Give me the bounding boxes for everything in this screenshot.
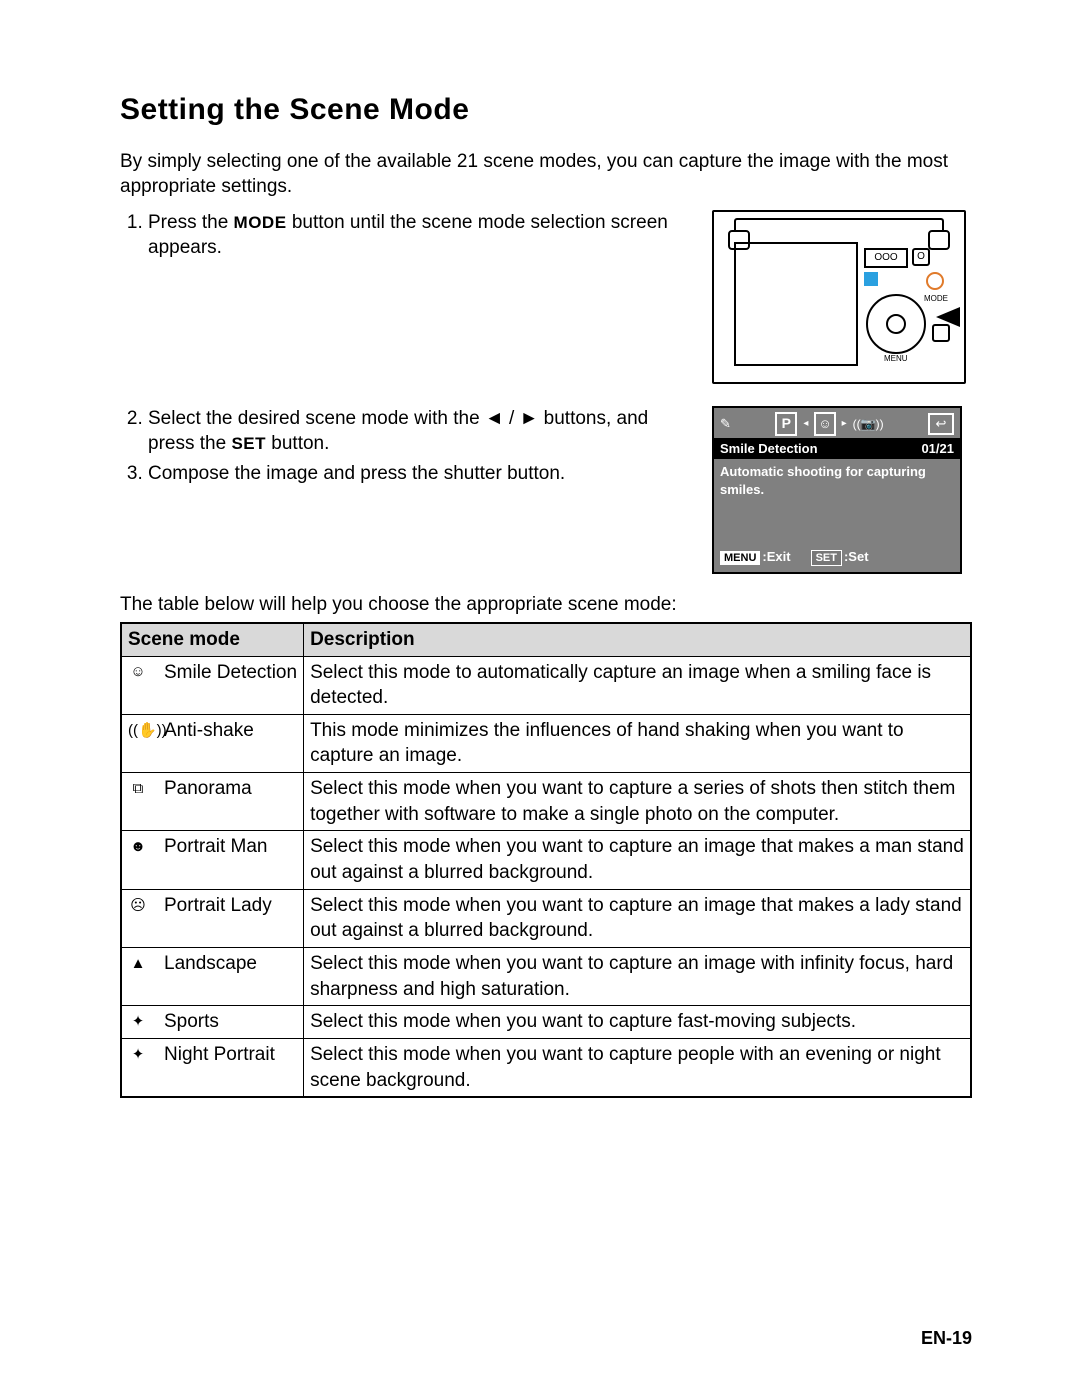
table-row: ☻ Portrait ManSelect this mode when you w… — [121, 831, 971, 889]
lcd-set-button: SET — [811, 550, 842, 566]
scene-mode-description: Select this mode when you want to captur… — [304, 1038, 971, 1097]
set-button-label: SET — [231, 434, 266, 453]
scene-mode-description: Select this mode when you want to captur… — [304, 947, 971, 1005]
table-row: ▲ LandscapeSelect this mode when you want… — [121, 947, 971, 1005]
scene-mode-name: Portrait Lady — [158, 889, 304, 947]
table-row: ☹ Portrait LadySelect this mode when you … — [121, 889, 971, 947]
scene-mode-icon: ☺ — [128, 662, 148, 682]
scene-mode-icon: ▲ — [128, 954, 148, 974]
lcd-menu-button: MENU — [720, 551, 760, 565]
step-1-text-a: Press the — [148, 212, 234, 233]
scene-mode-icon: ☻ — [128, 837, 148, 857]
page-number: EN-19 — [921, 1326, 972, 1350]
scene-mode-description: Select this mode when you want to captur… — [304, 773, 971, 831]
scene-mode-table: Scene mode Description ☺Smile DetectionS… — [120, 622, 972, 1098]
page-heading: Setting the Scene Mode — [120, 90, 972, 131]
orange-circle-icon — [926, 272, 944, 290]
scene-mode-icon-cell: ☻ — [121, 831, 158, 889]
step-1-block: Press the MODE button until the scene mo… — [120, 210, 972, 402]
scene-mode-icon-cell: ☹ — [121, 889, 158, 947]
smile-mode-icon: ☺ — [814, 412, 835, 436]
step-3: Compose the image and press the shutter … — [148, 461, 692, 487]
dpad-icon — [866, 294, 926, 354]
scene-mode-icon-cell: ⧉ — [121, 773, 158, 831]
table-row: ☺ Smile DetectionSelect this mode to auto… — [121, 656, 971, 714]
step-2-text-a: Select the desired scene mode with the — [148, 408, 485, 429]
left-right-arrow-icon: ◄ / ► — [485, 408, 538, 429]
scene-mode-icon: ((✋)) — [128, 721, 148, 741]
scene-mode-name: Smile Detection — [158, 656, 304, 714]
table-row: ✦ SportsSelect this mode when you want to… — [121, 1006, 971, 1039]
return-icon: ↩ — [928, 413, 954, 435]
scene-mode-name: Panorama — [158, 773, 304, 831]
camera-badge: OOO — [864, 248, 908, 268]
camera-diagram: OOO O MODE MENU — [712, 210, 966, 384]
step-2-3-block: Select the desired scene mode with the ◄… — [120, 406, 972, 574]
scene-mode-icon-cell: ☺ — [121, 656, 158, 714]
lcd-screenshot: ✎ P ◂ ☺ ▸ ((📷)) ↩ Smile Detection 01/21 … — [712, 406, 962, 574]
table-intro: The table below will help you choose the… — [120, 592, 972, 618]
intro-paragraph: By simply selecting one of the available… — [120, 149, 972, 200]
scene-mode-name: Portrait Man — [158, 831, 304, 889]
scene-mode-icon: ☹ — [128, 896, 148, 916]
lcd-menu-label: :Exit — [762, 549, 790, 564]
scene-mode-name: Night Portrait — [158, 1038, 304, 1097]
lcd-mode-counter: 01/21 — [921, 440, 954, 458]
scene-mode-icon: ✦ — [128, 1045, 148, 1065]
step-2: Select the desired scene mode with the ◄… — [148, 406, 692, 457]
step-2-text-c: button. — [266, 433, 329, 454]
scene-mode-description: Select this mode when you want to captur… — [304, 1006, 971, 1039]
camera-side-button-icon — [932, 324, 950, 342]
scene-mode-name: Sports — [158, 1006, 304, 1039]
scene-mode-icon: ⧉ — [128, 779, 148, 799]
scene-mode-icon: ✦ — [128, 1012, 148, 1032]
camera-menu-label: MENU — [884, 354, 908, 365]
scene-mode-icon-cell: ✦ — [121, 1038, 158, 1097]
scene-mode-description: This mode minimizes the influences of ha… — [304, 714, 971, 772]
step-1: Press the MODE button until the scene mo… — [148, 210, 692, 261]
mode-button-label: MODE — [234, 213, 287, 232]
right-triangle-icon: ▸ — [842, 417, 847, 431]
scene-mode-icon-cell: ▲ — [121, 947, 158, 1005]
scene-mode-name: Anti-shake — [158, 714, 304, 772]
manual-page: Setting the Scene Mode By simply selecti… — [0, 0, 1080, 1380]
lcd-set-label: :Set — [844, 549, 869, 564]
col-scene-mode: Scene mode — [121, 623, 304, 656]
table-row: ⧉ PanoramaSelect this mode when you want … — [121, 773, 971, 831]
col-description: Description — [304, 623, 971, 656]
left-triangle-icon: ◂ — [803, 417, 808, 431]
p-mode-icon: P — [775, 412, 797, 436]
camera-dot: O — [912, 248, 930, 266]
blue-square-icon — [864, 272, 878, 286]
scene-mode-icon-cell: ((✋)) — [121, 714, 158, 772]
lcd-mode-description: Automatic shooting for capturing smiles. — [714, 459, 960, 544]
scene-mode-name: Landscape — [158, 947, 304, 1005]
scene-mode-description: Select this mode to automatically captur… — [304, 656, 971, 714]
table-row: ✦ Night PortraitSelect this mode when you… — [121, 1038, 971, 1097]
leaf-icon: ✎ — [720, 415, 731, 433]
lcd-mode-title: Smile Detection — [720, 440, 818, 458]
scene-mode-icon-cell: ✦ — [121, 1006, 158, 1039]
camera-mode-label: MODE — [924, 294, 948, 305]
anti-shake-icon: ((📷)) — [853, 416, 884, 432]
scene-mode-description: Select this mode when you want to captur… — [304, 889, 971, 947]
table-row: ((✋)) Anti-shakeThis mode minimizes the i… — [121, 714, 971, 772]
scene-mode-description: Select this mode when you want to captur… — [304, 831, 971, 889]
